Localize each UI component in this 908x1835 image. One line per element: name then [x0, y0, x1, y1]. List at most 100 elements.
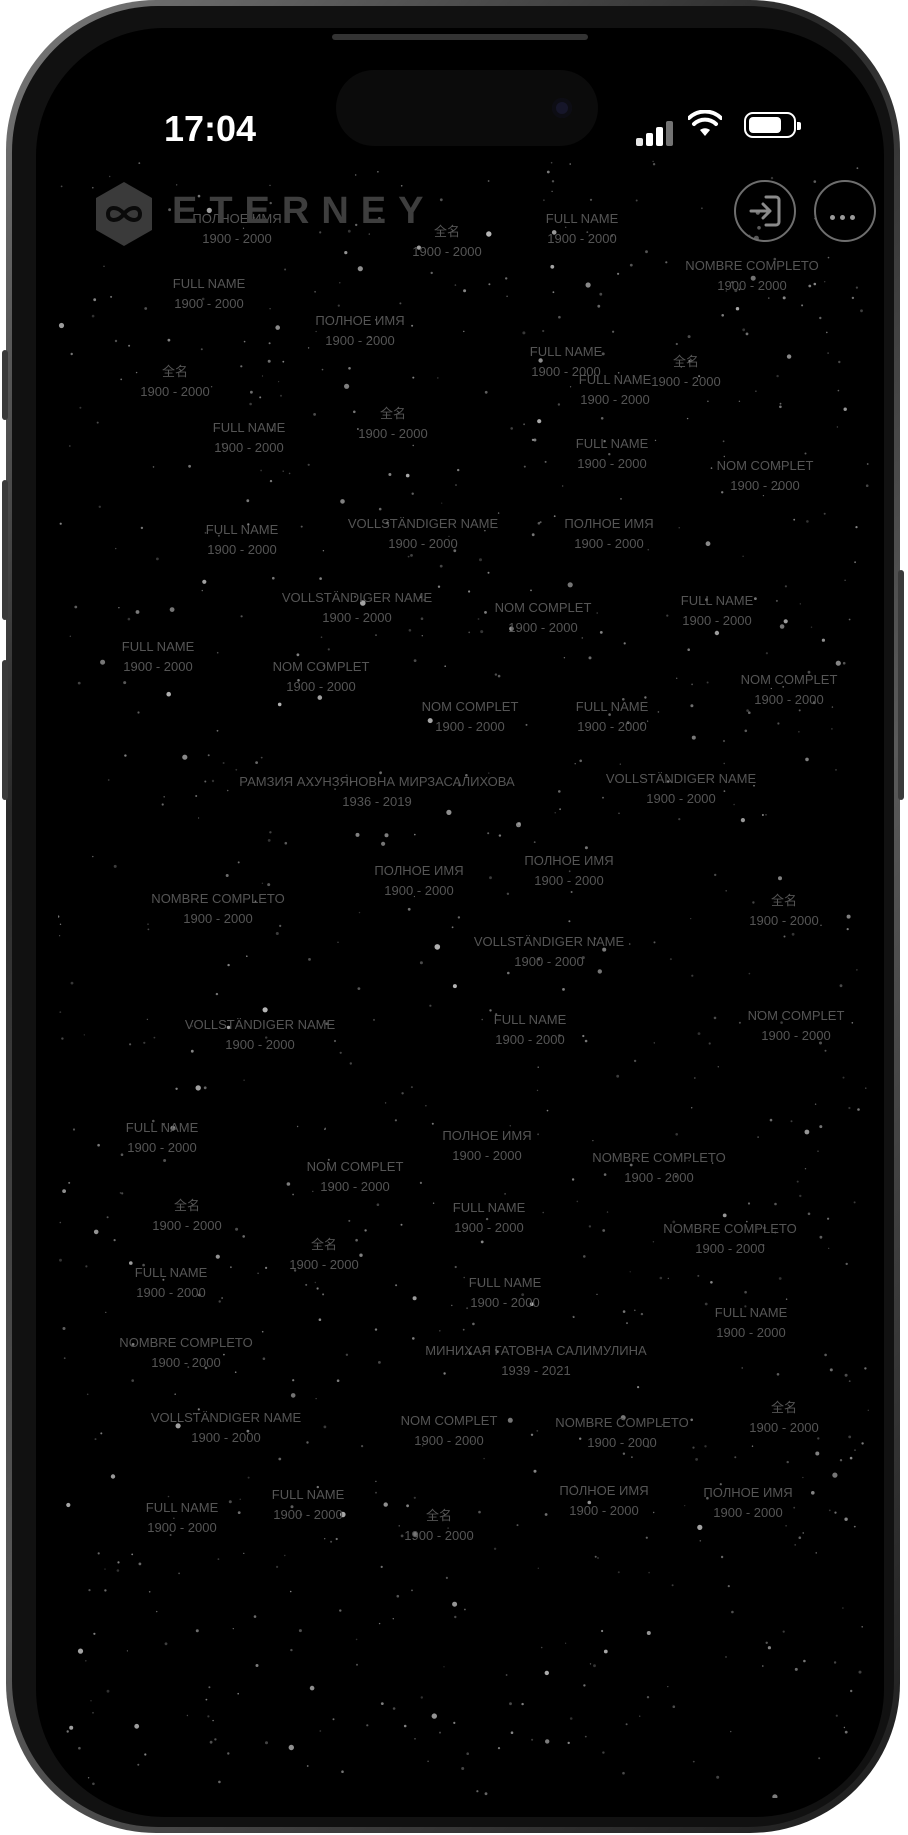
star-dot — [163, 1159, 167, 1162]
memorial-star-label[interactable]: NOM COMPLET 1900 - 2000 — [422, 697, 519, 737]
memorial-star-label[interactable]: 全名 1900 - 2000 — [358, 404, 427, 444]
memorial-star-label[interactable]: ПОЛНОЕ ИМЯ 1900 - 2000 — [374, 861, 463, 901]
star-dot — [751, 1445, 754, 1447]
star-dot — [506, 295, 508, 298]
memorial-star-label[interactable]: NOMBRE COMPLETO 1900 - 2000 — [592, 1148, 725, 1188]
star-dot — [315, 1398, 317, 1400]
star-dot — [375, 1480, 377, 1483]
memorial-star-label[interactable]: FULL NAME 1900 - 2000 — [213, 418, 285, 458]
memorial-dates: 1900 - 2000 — [273, 1507, 343, 1522]
memorial-star-label[interactable]: FULL NAME 1900 - 2000 — [173, 274, 245, 314]
star-dot — [569, 163, 571, 165]
memorial-star-label[interactable]: 全名 1900 - 2000 — [140, 362, 209, 402]
stars-layer — [58, 160, 869, 1798]
memorial-star-label[interactable]: ПОЛНОЕ ИМЯ 1900 - 2000 — [564, 514, 653, 554]
star-dot — [678, 818, 681, 821]
memorial-star-label[interactable]: FULL NAME 1900 - 2000 — [715, 1303, 787, 1343]
memorial-star-label[interactable]: FULL NAME 1900 - 2000 — [206, 520, 278, 560]
memorial-star-label[interactable]: 全名 1900 - 2000 — [404, 1506, 473, 1546]
login-icon — [749, 195, 781, 227]
memorial-dates: 1900 - 2000 — [574, 536, 644, 551]
star-dot — [530, 1433, 534, 1437]
memorial-star-label[interactable]: FULL NAME 1900 - 2000 — [122, 637, 194, 677]
star-dot — [740, 818, 746, 823]
memorial-star-label[interactable]: 全名 1900 - 2000 — [749, 891, 818, 931]
memorial-star-label[interactable]: МИНИХАЯ ГАТОВНА САЛИМУЛИНА 1939 - 2021 — [425, 1341, 646, 1381]
memorial-star-label[interactable]: ПОЛНОЕ ИМЯ 1900 - 2000 — [442, 1126, 531, 1166]
star-dot — [784, 585, 788, 588]
memorial-star-label[interactable]: ПОЛНОЕ ИМЯ 1900 - 2000 — [315, 311, 404, 351]
memorial-star-label[interactable]: VOLLSTÄNDIGER NAME 1900 - 2000 — [185, 1015, 335, 1055]
star-dot — [246, 955, 248, 957]
memorial-star-label[interactable]: VOLLSTÄNDIGER NAME 1900 - 2000 — [151, 1408, 301, 1448]
star-dot — [537, 1133, 539, 1136]
memorial-star-label[interactable]: VOLLSTÄNDIGER NAME 1900 - 2000 — [282, 588, 432, 628]
star-dot — [705, 541, 711, 547]
memorial-star-label[interactable]: ПОЛНОЕ ИМЯ 1900 - 2000 — [524, 851, 613, 891]
memorial-star-label[interactable]: NOMBRE COMPLETO 1900 - 2000 — [663, 1219, 796, 1259]
memorial-star-label[interactable]: FULL NAME 1900 - 2000 — [546, 209, 618, 249]
memorial-star-label[interactable]: ПОЛНОЕ ИМЯ 1900 - 2000 — [559, 1481, 648, 1521]
memorial-starfield[interactable]: ПОЛНОЕ ИМЯ 1900 - 2000 全名 1900 - 2000 FULL N… — [58, 158, 876, 1798]
memorial-star-label[interactable]: NOM COMPLET 1900 - 2000 — [307, 1157, 404, 1197]
memorial-name: FULL NAME — [452, 1200, 526, 1215]
memorial-star-label[interactable]: VOLLSTÄNDIGER NAME 1900 - 2000 — [348, 514, 498, 554]
memorial-star-label[interactable]: FULL NAME 1900 - 2000 — [576, 697, 648, 737]
memorial-star-label[interactable]: NOM COMPLET 1900 - 2000 — [495, 598, 592, 638]
star-dot — [261, 1330, 264, 1333]
memorial-star-label[interactable]: NOM COMPLET 1900 - 2000 — [717, 456, 814, 496]
memorial-star-label[interactable]: 全名 1900 - 2000 — [651, 352, 720, 392]
star-dot — [92, 855, 94, 858]
memorial-name: РАМЗИЯ АХУНЗЯНОВНА МИРЗАСАЛИХОВА — [239, 774, 515, 789]
star-dot — [380, 1702, 384, 1705]
memorial-star-label[interactable]: VOLLSTÄNDIGER NAME 1900 - 2000 — [474, 932, 624, 972]
status-time: 17:04 — [164, 108, 257, 149]
star-dot — [831, 728, 833, 730]
star-dot — [585, 282, 591, 288]
more-button[interactable] — [814, 180, 876, 242]
memorial-star-label[interactable]: ПОЛНОЕ ИМЯ 1900 - 2000 — [703, 1483, 792, 1523]
memorial-star-label[interactable]: 全名 1900 - 2000 — [289, 1235, 358, 1275]
memorial-star-label[interactable]: FULL NAME 1900 - 2000 — [453, 1198, 525, 1238]
memorial-star-label[interactable]: FULL NAME 1900 - 2000 — [681, 591, 753, 631]
memorial-star-label[interactable]: NOM COMPLET 1900 - 2000 — [748, 1006, 845, 1046]
login-button[interactable] — [734, 180, 796, 242]
star-dot — [537, 419, 542, 424]
memorial-star-label[interactable]: NOMBRE COMPLETO 1900 - 2000 — [151, 889, 284, 929]
star-dot — [707, 400, 709, 403]
memorial-star-label[interactable]: FULL NAME 1900 - 2000 — [469, 1273, 541, 1313]
star-dot — [201, 589, 203, 592]
memorial-star-label[interactable]: FULL NAME 1900 - 2000 — [579, 370, 651, 410]
memorial-star-label[interactable]: FULL NAME 1900 - 2000 — [126, 1118, 198, 1158]
star-dot — [569, 1717, 573, 1720]
star-dot — [783, 935, 786, 938]
memorial-star-label[interactable]: NOM COMPLET 1900 - 2000 — [401, 1411, 498, 1451]
memorial-star-label[interactable]: РАМЗИЯ АХУНЗЯНОВНА МИРЗАСАЛИХОВА 1936 - 2… — [239, 772, 514, 812]
star-dot — [66, 1502, 71, 1508]
star-dot — [794, 1667, 798, 1671]
memorial-star-label[interactable]: NOM COMPLET 1900 - 2000 — [273, 657, 370, 697]
memorial-star-label[interactable]: FULL NAME 1900 - 2000 — [494, 1010, 566, 1050]
star-dot — [207, 1715, 210, 1718]
star-dot — [401, 1092, 404, 1095]
star-dot — [357, 266, 363, 272]
star-dot — [690, 1418, 693, 1422]
memorial-star-label[interactable]: NOMBRE COMPLETO 1900 - 2000 — [555, 1413, 688, 1453]
star-dot — [166, 691, 171, 697]
memorial-star-label[interactable]: 全名 1900 - 2000 — [152, 1196, 221, 1236]
memorial-star-label[interactable]: FULL NAME 1900 - 2000 — [135, 1263, 207, 1303]
memorial-star-label[interactable]: FULL NAME 1900 - 2000 — [272, 1485, 344, 1525]
star-dot — [741, 1367, 743, 1369]
memorial-star-label[interactable]: FULL NAME 1900 - 2000 — [146, 1498, 218, 1538]
memorial-star-label[interactable]: FULL NAME 1900 - 2000 — [576, 434, 648, 474]
memorial-star-label[interactable]: NOMBRE COMPLETO 1900 - 2000 — [685, 256, 818, 296]
memorial-star-label[interactable]: 全名 1900 - 2000 — [749, 1398, 818, 1438]
star-dot — [606, 1211, 609, 1213]
memorial-star-label[interactable]: VOLLSTÄNDIGER NAME 1900 - 2000 — [606, 769, 756, 809]
memorial-star-label[interactable]: NOMBRE COMPLETO 1900 - 2000 — [119, 1333, 252, 1373]
star-dot — [348, 1219, 351, 1222]
star-dot — [87, 1777, 90, 1779]
memorial-star-label[interactable]: NOM COMPLET 1900 - 2000 — [741, 670, 838, 710]
star-dot — [722, 739, 726, 743]
star-dot — [261, 882, 264, 884]
